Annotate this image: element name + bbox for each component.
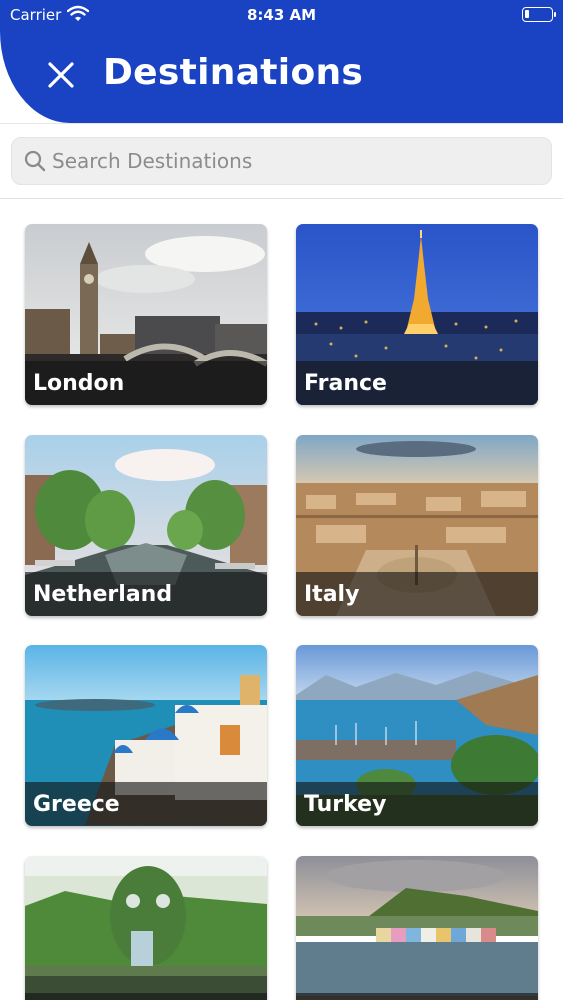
card-label-bar — [296, 993, 538, 1000]
destination-name: Netherland — [33, 582, 173, 607]
destination-name: London — [33, 371, 125, 396]
page-title: Destinations — [103, 52, 364, 93]
status-bar: Carrier 8:43 AM — [0, 0, 563, 32]
search-icon — [24, 150, 46, 172]
destination-name: Turkey — [304, 792, 387, 817]
destination-card-london[interactable]: London — [25, 224, 267, 405]
card-label-bar — [25, 993, 267, 1000]
close-button[interactable] — [44, 58, 78, 92]
destinations-grid: London France Netherland Italy Greece Tu… — [0, 200, 563, 1000]
destination-card-italy[interactable]: Italy — [296, 435, 538, 616]
destination-name: Italy — [304, 582, 360, 607]
destination-card-netherland[interactable]: Netherland — [25, 435, 267, 616]
garden-head-image — [25, 856, 267, 1000]
destination-card-greece[interactable]: Greece — [25, 645, 267, 826]
clock: 8:43 AM — [246, 6, 317, 24]
battery-icon — [522, 7, 556, 22]
destination-name: France — [304, 371, 387, 396]
search-input[interactable] — [52, 143, 542, 179]
close-icon — [48, 62, 74, 88]
search-bar[interactable] — [11, 137, 552, 185]
destination-card-france[interactable]: France — [296, 224, 538, 405]
search-section — [0, 123, 563, 199]
destination-card-turkey[interactable]: Turkey — [296, 645, 538, 826]
destination-card-7[interactable] — [25, 856, 267, 1000]
destination-name: Greece — [33, 792, 120, 817]
destination-card-8[interactable] — [296, 856, 538, 1000]
harbour-image — [296, 856, 538, 1000]
